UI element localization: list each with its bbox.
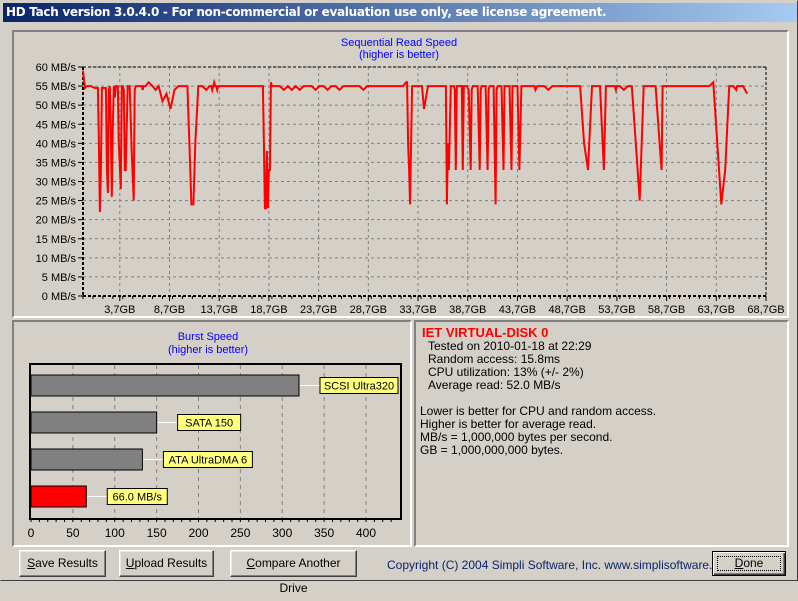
copyright-text: Copyright (C) 2004 Simpli Software, Inc.… [387, 558, 736, 572]
y-tick-label: 20 MB/s [36, 215, 77, 227]
seq-chart-title: Sequential Read Speed [341, 37, 457, 49]
drive-info-panel: IET VIRTUAL-DISK 0 Tested on 2010-01-18 … [414, 320, 789, 547]
random-access: Random access: 15.8ms [428, 352, 561, 366]
sequential-read-panel: Sequential Read Speed (higher is better)… [12, 30, 789, 318]
cpu-utilization: CPU utilization: 13% (+/- 2%) [428, 365, 584, 379]
x-tick-label: 3,7GB [104, 304, 135, 316]
accel-key: C [246, 556, 256, 570]
y-tick-label: 45 MB/s [36, 119, 77, 131]
burst-bar [30, 448, 143, 471]
burst-speed-chart: Burst Speed (higher is better) SCSI Ultr… [28, 331, 402, 540]
title-bar: HD Tach version 3.0.4.0 - For non-commer… [3, 3, 797, 22]
x-tick-label: 400 [356, 526, 376, 540]
y-tick-label: 0 MB/s [42, 291, 77, 303]
burst-speed-panel: Burst Speed (higher is better) SCSI Ultr… [12, 320, 412, 547]
x-tick-label: 100 [105, 526, 125, 540]
y-tick-label: 55 MB/s [36, 81, 77, 93]
bar-label: ATA UltraDMA 6 [169, 455, 247, 467]
drive-name: IET VIRTUAL-DISK 0 [422, 325, 549, 340]
tested-on: Tested on 2010-01-18 at 22:29 [428, 339, 592, 353]
accel-key: S [27, 556, 36, 570]
window-title: HD Tach version 3.0.4.0 - For non-commer… [6, 5, 607, 19]
y-tick-label: 30 MB/s [36, 177, 77, 189]
y-tick-label: 5 MB/s [42, 272, 77, 284]
bar-label: SCSI Ultra320 [324, 381, 394, 393]
bar-label: SATA 150 [185, 418, 233, 430]
burst-bar [30, 374, 300, 397]
x-tick-label: 0 [28, 526, 35, 540]
y-tick-label: 50 MB/s [36, 100, 77, 112]
y-tick-label: 35 MB/s [36, 157, 77, 169]
x-tick-label: 28,7GB [350, 304, 387, 316]
button-label: ave Results [35, 556, 98, 570]
note-line: Lower is better for CPU and random acces… [420, 404, 657, 418]
x-tick-label: 58,7GB [648, 304, 685, 316]
seq-chart-subtitle: (higher is better) [359, 49, 439, 61]
y-tick-label: 10 MB/s [36, 253, 77, 265]
burst-chart-subtitle: (higher is better) [168, 344, 248, 356]
note-line: MB/s = 1,000,000 bytes per second. [420, 430, 613, 444]
focus-rect [717, 556, 781, 571]
burst-bar [30, 411, 158, 434]
x-tick-label: 43,7GB [499, 304, 536, 316]
save-results-button[interactable]: Save Results [19, 550, 106, 577]
hdtach-window: HD Tach version 3.0.4.0 - For non-commer… [0, 0, 798, 595]
compare-another-drive-button[interactable]: Compare Another Drive [230, 550, 357, 595]
burst-chart-title: Burst Speed [178, 331, 239, 343]
upload-results-button[interactable]: Upload Results [119, 550, 214, 577]
x-tick-label: 250 [230, 526, 250, 540]
y-tick-label: 15 MB/s [36, 234, 77, 246]
note-line: GB = 1,000,000,000 bytes. [420, 443, 564, 457]
x-tick-label: 38,7GB [449, 304, 486, 316]
x-tick-label: 8,7GB [154, 304, 185, 316]
x-tick-label: 200 [188, 526, 208, 540]
average-read: Average read: 52.0 MB/s [428, 378, 561, 392]
x-tick-label: 150 [147, 526, 167, 540]
bar-label: 66.0 MB/s [113, 492, 163, 504]
sequential-read-chart: Sequential Read Speed (higher is better)… [36, 37, 785, 316]
x-tick-label: 300 [272, 526, 292, 540]
button-label: ompare Another Drive [255, 556, 341, 595]
button-label: pload Results [134, 556, 208, 570]
x-tick-label: 13,7GB [201, 304, 238, 316]
y-tick-label: 25 MB/s [36, 196, 77, 208]
y-tick-label: 40 MB/s [36, 138, 77, 150]
done-button[interactable]: Done [712, 551, 786, 576]
x-tick-label: 48,7GB [549, 304, 586, 316]
x-tick-label: 33,7GB [399, 304, 436, 316]
x-tick-label: 63,7GB [698, 304, 735, 316]
x-tick-label: 18,7GB [250, 304, 287, 316]
x-tick-label: 50 [66, 526, 80, 540]
x-tick-label: 23,7GB [300, 304, 337, 316]
y-tick-label: 60 MB/s [36, 62, 77, 74]
read-speed-line [82, 70, 748, 213]
x-tick-label: 68,7GB [747, 304, 784, 316]
burst-bar [30, 485, 87, 508]
x-tick-label: 350 [314, 526, 334, 540]
note-line: Higher is better for average read. [420, 417, 597, 431]
x-tick-label: 53,7GB [598, 304, 635, 316]
